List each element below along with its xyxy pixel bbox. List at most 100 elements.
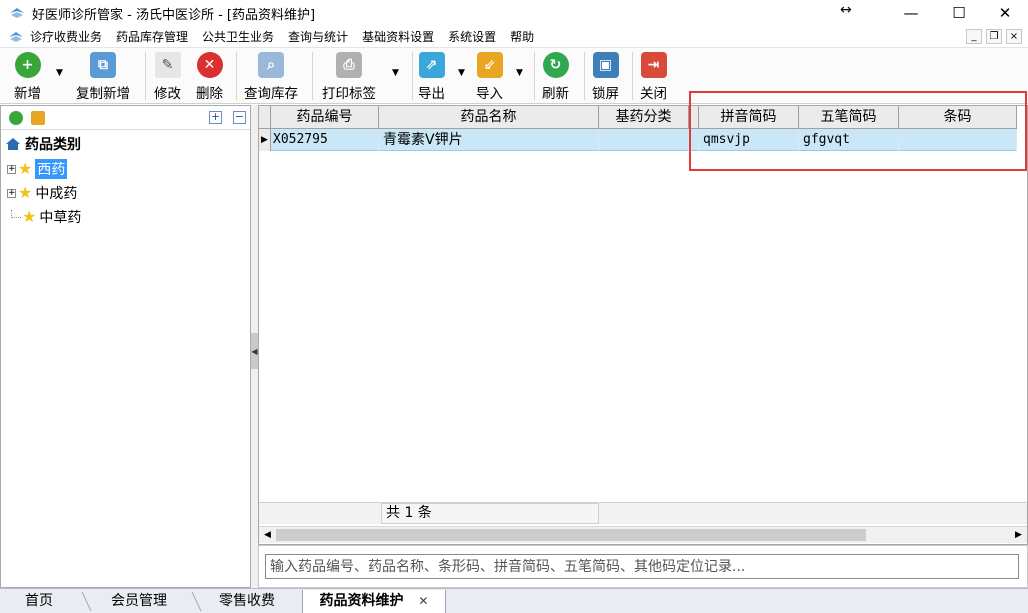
tree-item-chinese-patent-medicine[interactable]: + ★ 中成药 [7,183,77,203]
close-label: 关闭 [640,86,667,102]
scroll-left-arrow[interactable]: ◀ [260,528,275,542]
toolbar-divider [236,52,237,100]
locate-record-input[interactable] [265,554,1019,579]
menu-public-health[interactable]: 公共卫生业务 [202,28,274,45]
toolbar-divider [412,52,413,100]
drug-data-grid: 药品编号 药品名称 基药分类 拼音简码 五笔简码 条码 ▶ X052795 青霉… [258,105,1028,545]
add-label: 新增 [14,86,41,102]
record-count: 共 1 条 [381,503,599,524]
annotation-highlight-box [689,91,1027,171]
column-header-drug-code[interactable]: 药品编号 [271,106,379,128]
tab-close-icon[interactable]: ✕ [418,594,428,608]
column-header-basic-category[interactable]: 基药分类 [599,106,689,128]
delete-label: 删除 [196,86,223,102]
toolbar-divider [312,52,313,100]
print-label-button[interactable]: ⎙ 打印标签 [322,52,376,102]
tree-item-chinese-herbs[interactable]: ★ 中草药 [7,207,81,227]
row-indicator-header [259,106,271,128]
import-button[interactable]: ⇙ 导入 [476,52,503,102]
close-window-button[interactable]: ✕ [982,0,1028,26]
tree-connector-line [11,210,21,218]
tree-item-label: 中草药 [39,210,82,226]
grid-footer: 共 1 条 [259,502,1027,524]
refresh-button[interactable]: ↻ 刷新 [542,52,569,102]
cell-drug-name[interactable]: 青霉素V钾片 [379,129,599,151]
edit-category-icon[interactable] [31,111,45,125]
tab-retail-billing[interactable]: 零售收费 [204,590,290,613]
tab-divider [81,592,92,611]
title-bar: 好医师诊所管家 - 汤氏中医诊所 - [药品资料维护] ↔ — ☐ ✕ [0,0,1028,26]
edit-icon: ✎ [154,52,181,78]
maximize-button[interactable]: ☐ [936,0,982,26]
tab-drug-data-maintenance[interactable]: 药品资料维护 ✕ [302,590,446,613]
lock-label: 锁屏 [592,86,619,102]
copy-add-button[interactable]: ⧉ 复制新增 [76,52,130,102]
import-icon: ⇙ [476,52,503,78]
query-stock-label: 查询库存 [244,86,298,102]
expand-all-button[interactable]: + [209,111,222,124]
edit-label: 修改 [154,86,181,102]
print-label-label: 打印标签 [322,86,376,102]
menu-help[interactable]: 帮助 [510,28,534,45]
menu-bar: 诊疗收费业务 药品库存管理 公共卫生业务 查询与统计 基础资料设置 系统设置 帮… [0,26,1028,48]
row-selected-indicator: ▶ [259,129,271,151]
edit-button[interactable]: ✎ 修改 [154,52,181,102]
add-category-icon[interactable] [9,111,23,125]
export-dropdown-arrow[interactable]: ▼ [458,68,465,78]
menu-clinic-billing[interactable]: 诊疗收费业务 [30,28,102,45]
cell-drug-code[interactable]: X052795 [271,129,379,151]
panel-splitter[interactable]: ◀ [251,105,258,588]
cell-basic-category[interactable] [599,129,689,151]
export-button[interactable]: ⇗ 导出 [418,52,445,102]
horizontal-scrollbar[interactable]: ◀ ▶ [259,526,1027,543]
import-dropdown-arrow[interactable]: ▼ [516,68,523,78]
tab-home[interactable]: 首页 [4,590,74,613]
app-logo-icon [10,8,24,18]
print-dropdown-arrow[interactable]: ▼ [392,68,399,78]
export-label: 导出 [418,86,445,102]
mdi-restore-button[interactable]: ❐ [986,29,1002,44]
add-button[interactable]: + 新增 [14,52,41,102]
query-stock-button[interactable]: ⌕ 查询库存 [244,52,298,102]
tree-panel-header: + − [1,106,250,130]
collapse-all-button[interactable]: − [233,111,246,124]
star-icon: ★ [22,207,37,226]
document-tab-bar: 首页 会员管理 零售收费 药品资料维护 ✕ [0,588,1028,613]
tree-root[interactable]: 药品类别 [5,134,81,154]
tab-label: 药品资料维护 [319,593,404,609]
menu-system-settings[interactable]: 系统设置 [448,28,496,45]
printer-icon: ⎙ [336,52,362,78]
menu-drug-inventory[interactable]: 药品库存管理 [116,28,188,45]
delete-icon: ✕ [196,52,223,78]
plus-icon: + [14,52,41,78]
toolbar-divider [584,52,585,100]
mdi-close-button[interactable]: × [1006,29,1022,44]
lock-screen-button[interactable]: ▣ 锁屏 [592,52,619,102]
splitter-collapse-handle[interactable]: ◀ [251,333,258,369]
menu-basic-settings[interactable]: 基础资料设置 [362,28,434,45]
window-title: 好医师诊所管家 - 汤氏中医诊所 - [药品资料维护] [32,7,316,23]
column-header-drug-name[interactable]: 药品名称 [379,106,599,128]
tree-expand-toggle[interactable]: + [7,188,16,198]
scroll-right-arrow[interactable]: ▶ [1011,528,1026,542]
mdi-controls: _ ❐ × [966,29,1022,44]
toolbar-divider [145,52,146,100]
close-module-button[interactable]: ⇥ 关闭 [640,52,667,102]
copy-icon: ⧉ [90,52,116,78]
add-dropdown-arrow[interactable]: ▼ [56,68,63,78]
stock-query-icon: ⌕ [258,52,284,78]
tab-member-management[interactable]: 会员管理 [94,590,184,613]
tree-expand-toggle[interactable]: + [7,164,16,174]
refresh-label: 刷新 [542,86,569,102]
exit-icon: ⇥ [640,52,667,78]
resize-icon: ↔ [840,2,852,18]
search-area [258,545,1028,588]
delete-button[interactable]: ✕ 删除 [196,52,223,102]
menu-app-icon [9,31,23,42]
minimize-button[interactable]: — [888,0,934,26]
tab-divider [191,592,202,611]
tree-item-western-medicine[interactable]: + ★ 西药 [7,159,68,179]
mdi-minimize-button[interactable]: _ [966,29,982,44]
scrollbar-thumb[interactable] [276,529,866,541]
menu-query-stats[interactable]: 查询与统计 [288,28,348,45]
